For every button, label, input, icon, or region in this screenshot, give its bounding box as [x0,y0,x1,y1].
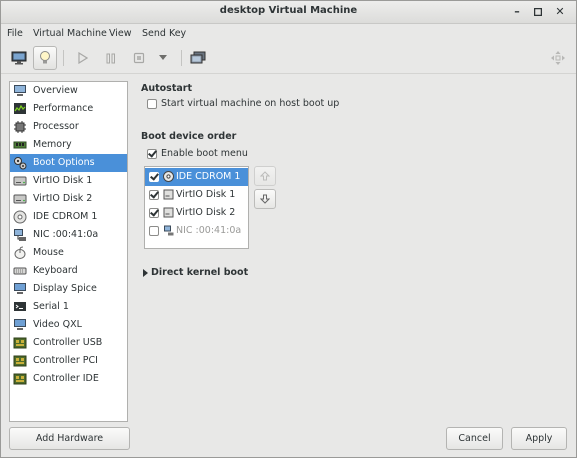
title-bar: desktop Virtual Machine – ✕ [1,1,576,24]
details-view-button[interactable] [33,46,57,70]
minimize-icon[interactable]: – [509,4,525,20]
memory-icon [13,141,27,149]
menu-bar: File Virtual Machine View Send Key [1,24,576,43]
sidebar-item-controller-usb[interactable]: Controller USB [10,334,127,352]
play-icon [78,52,88,64]
disk-icon [163,207,174,218]
enable-boot-menu-label: Enable boot menu [161,148,248,159]
sidebar-item-virtio-disk-2[interactable]: VirtIO Disk 2 [10,190,127,208]
autostart-checkbox[interactable] [147,99,157,109]
direct-kernel-boot-label: Direct kernel boot [151,267,249,278]
boot-device-row[interactable]: VirtIO Disk 2 [145,204,248,222]
sidebar-item-processor[interactable]: Processor [10,118,127,136]
serial-icon [14,302,26,311]
boot-device-row[interactable]: IDE CDROM 1 [145,168,248,186]
cancel-button[interactable]: Cancel [446,427,503,450]
fullscreen-icon [551,51,565,65]
monitor-icon [14,85,26,96]
add-hardware-button[interactable]: Add Hardware [9,427,130,450]
close-icon[interactable]: ✕ [552,4,568,20]
sidebar-item-ide-cdrom-1[interactable]: IDE CDROM 1 [10,208,127,226]
sidebar-item-controller-pci[interactable]: Controller PCI [10,352,127,370]
power-icon [133,52,145,64]
pause-icon [106,53,115,63]
move-up-button[interactable] [254,166,276,186]
sidebar-item-nic[interactable]: NIC :00:41:0a [10,226,127,244]
network-icon [14,229,26,241]
video-icon [14,319,26,330]
autostart-heading: Autostart [141,83,193,94]
snapshot-icon [190,51,206,64]
boot-device-checkbox[interactable] [149,190,159,200]
direct-kernel-boot-expander[interactable]: Direct kernel boot [142,267,252,281]
menu-view[interactable]: View [109,28,132,39]
cdrom-icon [163,171,174,182]
mouse-icon [14,246,26,259]
disk-icon [13,194,27,204]
sidebar-item-virtio-disk-1[interactable]: VirtIO Disk 1 [10,172,127,190]
console-view-button[interactable] [7,46,31,70]
boot-device-checkbox[interactable] [149,172,159,182]
toolbar [1,43,576,74]
controller-icon [13,337,27,349]
toolbar-separator [63,50,64,66]
sidebar-item-serial-1[interactable]: Serial 1 [10,298,127,316]
sidebar-item-memory[interactable]: Memory [10,136,127,154]
cpu-icon [14,121,26,133]
keyboard-icon [13,267,27,275]
disk-icon [163,189,174,200]
menu-file[interactable]: File [7,28,23,39]
boot-device-row[interactable]: NIC :00:41:0a [145,222,248,240]
arrow-down-icon [260,194,270,204]
sidebar-item-video-qxl[interactable]: Video QXL [10,316,127,334]
autostart-checkbox-label: Start virtual machine on host boot up [161,98,340,109]
move-down-button[interactable] [254,189,276,209]
shutdown-button[interactable] [127,46,151,70]
snapshots-button[interactable] [186,46,210,70]
apply-button[interactable]: Apply [511,427,567,450]
expander-arrow-icon [143,269,148,277]
network-icon [164,225,174,236]
maximize-icon[interactable] [530,4,546,20]
enable-boot-menu-checkbox[interactable] [147,149,157,159]
sidebar-item-display-spice[interactable]: Display Spice [10,280,127,298]
performance-graph-icon [14,103,26,114]
boot-device-checkbox[interactable] [149,208,159,218]
chevron-down-icon [159,55,167,60]
sidebar-item-controller-ide[interactable]: Controller IDE [10,370,127,388]
boot-order-heading: Boot device order [141,131,237,142]
arrow-up-icon [260,171,270,181]
pause-button[interactable] [99,46,123,70]
fullscreen-button[interactable] [546,46,570,70]
lightbulb-icon [40,51,50,64]
disk-icon [13,176,27,186]
sidebar-item-performance[interactable]: Performance [10,100,127,118]
controller-icon [13,373,27,385]
boot-device-row[interactable]: VirtIO Disk 1 [145,186,248,204]
sidebar-item-keyboard[interactable]: Keyboard [10,262,127,280]
toolbar-separator [181,50,182,66]
run-button[interactable] [71,46,95,70]
sidebar-item-overview[interactable]: Overview [10,82,127,100]
menu-send-key[interactable]: Send Key [142,28,186,39]
cdrom-icon [13,210,27,224]
window-title: desktop Virtual Machine [219,5,358,16]
boot-device-checkbox[interactable] [149,226,159,236]
boot-options-icon [14,157,27,170]
vm-window: desktop Virtual Machine – ✕ File Virtual… [0,0,577,458]
shutdown-menu-button[interactable] [151,46,175,70]
boot-device-list: IDE CDROM 1 VirtIO Disk 1 VirtIO Disk 2 … [144,166,249,249]
menu-virtual-machine[interactable]: Virtual Machine [33,28,107,39]
controller-icon [13,355,27,367]
hardware-list: Overview Performance Processor Memory Bo… [9,81,128,422]
sidebar-item-boot-options[interactable]: Boot Options [10,154,127,172]
monitor-icon [11,51,27,65]
display-icon [14,283,26,294]
sidebar-item-mouse[interactable]: Mouse [10,244,127,262]
